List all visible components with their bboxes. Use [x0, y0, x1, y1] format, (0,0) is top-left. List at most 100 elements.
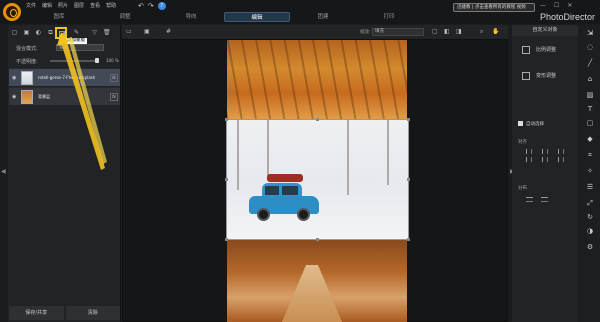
car-window: [265, 186, 279, 195]
minimize-icon[interactable]: —: [540, 2, 546, 9]
eraser-tool-icon[interactable]: ◆: [586, 135, 594, 143]
menu-help[interactable]: 帮助: [106, 2, 116, 9]
tone-tool-icon[interactable]: ◑: [586, 227, 594, 235]
title-bar: 文件 编辑 照片 图层 查看 帮助 ↶ ↷ ? 图库 调整 导向 编辑 团建 打…: [0, 0, 600, 24]
transform-handle[interactable]: [225, 238, 228, 241]
zoom-label: 缩放:: [360, 30, 371, 35]
redo-icon[interactable]: ↷: [148, 2, 154, 10]
stamp-tool-icon[interactable]: ⌂: [586, 75, 594, 83]
auto-select-label: 自动选择: [526, 122, 544, 127]
group-icon[interactable]: ◐: [35, 29, 42, 36]
align-top-icon[interactable]: [526, 157, 532, 162]
lasso-tool-icon[interactable]: ◌: [586, 43, 594, 51]
rotate-tool-icon[interactable]: ↻: [586, 213, 594, 221]
tab-adjust[interactable]: 调整: [92, 12, 158, 22]
compare-icon[interactable]: ◧: [444, 28, 450, 35]
car-wheel: [257, 208, 270, 221]
clear-button[interactable]: 清除: [65, 306, 120, 320]
blend-mode-label: 混合模式:: [16, 46, 38, 52]
layer-name: 背景层: [38, 94, 50, 99]
photo-view-icon[interactable]: ▣: [144, 28, 150, 35]
menu-file[interactable]: 文件: [26, 2, 36, 9]
brand-name: PhotoDirector: [540, 12, 596, 22]
close-icon[interactable]: ✕: [567, 2, 572, 9]
text-tool-icon[interactable]: T: [586, 105, 594, 113]
zoom-icon[interactable]: ⌕: [480, 28, 483, 36]
menu-view[interactable]: 查看: [90, 2, 100, 9]
fill-tool-icon[interactable]: ▨: [586, 91, 594, 99]
scale-adjust-label: 比例调整: [536, 47, 557, 53]
move-tool-icon[interactable]: ⇲: [586, 29, 594, 37]
transform-icon: [522, 72, 530, 80]
checkbox-icon: [518, 121, 523, 126]
window-controls: — ☐ ✕: [540, 2, 572, 9]
scale-icon: [522, 46, 530, 54]
tab-print[interactable]: 打印: [356, 12, 422, 22]
snow-car-photo[interactable]: [226, 119, 409, 240]
transform-handle[interactable]: [225, 178, 228, 181]
distribute-vertical-icon[interactable]: [541, 197, 548, 202]
auto-select-checkbox[interactable]: 自动选择: [518, 121, 544, 127]
car-wheel: [297, 208, 310, 221]
transform-handle[interactable]: [316, 238, 319, 241]
split-icon[interactable]: ◨: [456, 28, 462, 35]
car-window: [282, 186, 298, 195]
undo-redo-group: ↶ ↷ ?: [138, 2, 166, 10]
resize-tool-icon[interactable]: ⤢: [586, 199, 594, 207]
sharpen-tool-icon[interactable]: ✧: [586, 167, 594, 175]
transform-handle[interactable]: [316, 118, 319, 121]
tab-edit[interactable]: 编辑: [224, 12, 290, 22]
menu-edit[interactable]: 编辑: [42, 2, 52, 9]
eye-icon[interactable]: ◉: [12, 75, 16, 81]
menu-photo[interactable]: 照片: [58, 2, 68, 9]
transform-handle[interactable]: [407, 118, 410, 121]
align-bottom-icon[interactable]: [558, 157, 564, 162]
tab-guide[interactable]: 导向: [158, 12, 224, 22]
crop-view-icon[interactable]: ▭: [126, 28, 132, 35]
module-tabs: 图库 调整 导向 编辑 团建 打印: [26, 12, 422, 22]
distribute-buttons: [526, 197, 548, 202]
menu-layer[interactable]: 图层: [74, 2, 84, 9]
opacity-label: 不透明度:: [16, 59, 38, 65]
grid-icon[interactable]: #: [166, 28, 171, 35]
align-middle-icon[interactable]: [542, 157, 548, 162]
distribute-horizontal-icon[interactable]: [526, 197, 533, 202]
notification-banner[interactable]: 迅捷教 | 点击查看所有的教程 视频: [453, 3, 535, 12]
transform-adjust-button[interactable]: 变形调整: [516, 69, 574, 83]
tab-library[interactable]: 图库: [26, 12, 92, 22]
settings-tool-icon[interactable]: ⚙: [586, 243, 594, 251]
duplicate-icon[interactable]: ⧉: [47, 29, 54, 36]
maximize-icon[interactable]: ☐: [554, 2, 559, 9]
transform-handle[interactable]: [407, 238, 410, 241]
scale-adjust-button[interactable]: 比例调整: [516, 43, 574, 57]
save-share-button[interactable]: 保存/共享: [9, 306, 64, 320]
image-layer-icon[interactable]: ▣: [23, 29, 30, 36]
align-buttons: [526, 149, 568, 162]
align-left-icon[interactable]: [526, 149, 532, 154]
hand-icon[interactable]: ✋: [492, 28, 499, 35]
transform-adjust-label: 变形调整: [536, 73, 557, 79]
align-center-icon[interactable]: [542, 149, 548, 154]
hint-icon[interactable]: ?: [157, 2, 166, 10]
tree: [267, 120, 269, 180]
align-right-icon[interactable]: [558, 149, 564, 154]
adjust-tool-icon[interactable]: ☰: [586, 183, 594, 191]
brush-tool-icon[interactable]: ╱: [586, 59, 594, 67]
zoom-select[interactable]: 填充: [372, 28, 424, 36]
eye-icon[interactable]: ◉: [12, 94, 16, 100]
tree: [387, 120, 389, 185]
tree: [347, 120, 349, 195]
collapse-left-icon[interactable]: ◀: [1, 168, 6, 175]
fit-icon[interactable]: ▢: [432, 28, 438, 35]
app-logo-icon: [3, 3, 21, 21]
crop-tool-icon[interactable]: ⌗: [586, 151, 594, 159]
undo-icon[interactable]: ↶: [138, 2, 144, 10]
tab-team[interactable]: 团建: [290, 12, 356, 22]
object-panel: 自定义对象 比例调整 变形调整 自动选择 对齐 分布: [512, 25, 578, 322]
transform-handle[interactable]: [407, 178, 410, 181]
transform-handle[interactable]: [225, 118, 228, 121]
menu-bar: 文件 编辑 照片 图层 查看 帮助: [26, 2, 116, 9]
shape-tool-icon[interactable]: ▢: [586, 119, 594, 127]
new-layer-icon[interactable]: ▢: [11, 29, 18, 36]
panel-title: 自定义对象: [512, 25, 578, 36]
